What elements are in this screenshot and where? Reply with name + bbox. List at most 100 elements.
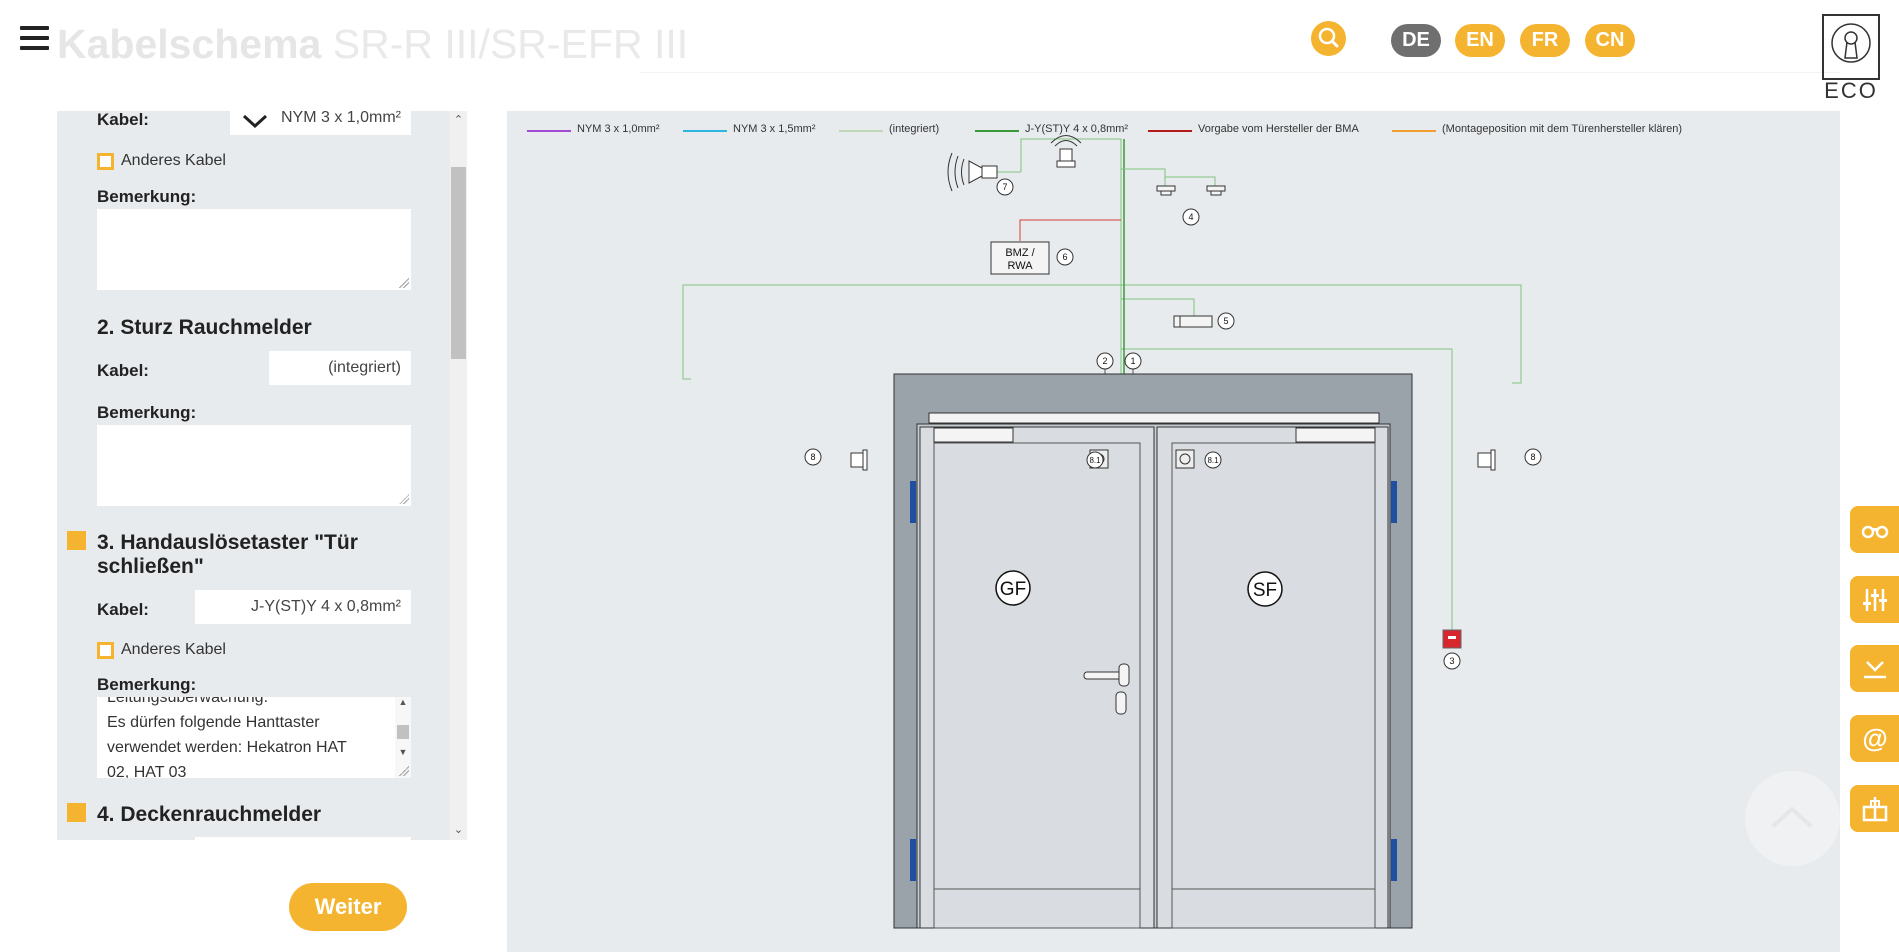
bmz-label-line1: BMZ /	[1005, 247, 1035, 259]
share-button[interactable]	[1850, 785, 1899, 832]
email-button[interactable]: @	[1850, 715, 1899, 762]
resize-handle[interactable]	[399, 278, 409, 288]
kabel-value-4	[195, 837, 411, 840]
section-4-title: 4. Deckenrauchmelder	[97, 803, 322, 826]
chevron-down-icon	[242, 114, 268, 129]
callout-4: 4	[1188, 212, 1193, 222]
wire-7	[1020, 138, 1122, 411]
chevron-up-icon[interactable]: ▲	[395, 697, 411, 707]
bemerkung-label-3: Bemerkung:	[97, 675, 197, 694]
callout-6: 6	[1062, 252, 1067, 262]
lang-fr-button[interactable]: FR	[1520, 24, 1570, 57]
closer-right	[1295, 427, 1376, 443]
bemerkung-label-1: Bemerkung:	[97, 187, 197, 206]
page-title-light: SR-R III/SR-EFR III	[332, 21, 689, 67]
resize-handle[interactable]	[399, 766, 409, 776]
lang-cn-button[interactable]: CN	[1585, 24, 1635, 57]
page-title-bold: Kabelschema	[57, 21, 322, 67]
bemerkung-label-2: Bemerkung:	[97, 403, 197, 422]
bemerkung-textarea-2[interactable]	[97, 425, 411, 506]
anderes-kabel-checkbox-3[interactable]	[97, 642, 114, 659]
kabel-select-1-value: NYM 3 x 1,0mm²	[280, 111, 401, 126]
kabel-select-1[interactable]: NYM 3 x 1,0mm²	[230, 111, 411, 135]
section-3-title-line2: schließen"	[97, 555, 204, 578]
kabel-value-3: J-Y(ST)Y 4 x 0,8mm²	[195, 590, 411, 624]
binoculars-icon	[1861, 525, 1889, 539]
sliders-icon	[1863, 589, 1887, 611]
cable-form-panel: Kabel: NYM 3 x 1,0mm² Anderes Kabel Beme…	[57, 111, 450, 840]
callout-8-1-left: 8.1	[1089, 456, 1101, 465]
bemerkung-3-line: 02, HAT 03	[107, 764, 187, 778]
at-icon: @	[1862, 725, 1887, 753]
wall-magnet-left	[850, 452, 865, 468]
lang-de-button[interactable]: DE	[1391, 24, 1441, 57]
menu-icon[interactable]	[20, 26, 49, 50]
bemerkung-textarea-1[interactable]	[97, 209, 411, 290]
door-leaf-right	[1156, 426, 1389, 929]
textarea-scrollbar-thumb[interactable]	[397, 725, 409, 739]
beacon-icon	[1050, 135, 1082, 168]
section-3-title: 3. Handauslösetaster "Tür schließen"	[97, 531, 358, 579]
chevron-down-icon[interactable]: ▼	[395, 747, 411, 757]
logo-text: ECO	[1824, 78, 1878, 103]
kabel-label: Kabel:	[97, 111, 149, 129]
chevron-up-icon	[1771, 806, 1813, 828]
callout-5: 5	[1223, 316, 1228, 326]
kabel-label-3: Kabel:	[97, 600, 149, 619]
cable-diagram: NYM 3 x 1,0mm² NYM 3 x 1,5mm² (integrier…	[507, 111, 1840, 952]
ceiling-detector	[1156, 185, 1226, 196]
settings-button[interactable]	[1850, 576, 1899, 623]
chevron-down-icon[interactable]: ⌄	[450, 823, 467, 836]
sensor-8-1-right	[1175, 449, 1195, 469]
callout-8-right: 8	[1530, 452, 1535, 462]
leaf-label-sf: SF	[1253, 580, 1277, 601]
weiter-button[interactable]: Weiter	[289, 883, 407, 931]
section-3-marker	[67, 531, 86, 550]
logo: ECO	[1820, 14, 1882, 104]
header-divider	[640, 72, 1839, 73]
hinge	[910, 839, 916, 881]
resize-handle[interactable]	[399, 494, 409, 504]
panel-scrollbar-thumb[interactable]	[451, 167, 466, 359]
anderes-kabel-label-3: Anderes Kabel	[121, 641, 226, 658]
leaf-label-gf: GF	[1000, 579, 1026, 600]
page-title: Kabelschema SR-R III/SR-EFR III	[57, 16, 688, 72]
scroll-to-top-button[interactable]	[1745, 771, 1840, 866]
bemerkung-textarea-3[interactable]: Leitungsüberwachung. Es dürfen folgende …	[97, 697, 411, 778]
anderes-kabel-checkbox-1[interactable]	[97, 153, 114, 170]
hinge	[910, 481, 916, 523]
bmz-label-line2: RWA	[1007, 260, 1033, 272]
closer-rail	[928, 412, 1380, 424]
callout-7: 7	[1002, 182, 1007, 192]
download-button[interactable]	[1850, 645, 1899, 692]
search-button[interactable]	[1311, 21, 1346, 56]
bemerkung-3-line: Leitungsüberwachung.	[107, 697, 269, 706]
wall-magnet-right	[1477, 452, 1492, 468]
section-2-title: 2. Sturz Rauchmelder	[97, 316, 312, 339]
download-icon	[1864, 661, 1886, 679]
callout-8-1-right: 8.1	[1207, 456, 1219, 465]
chevron-up-icon[interactable]: ⌃	[450, 113, 467, 126]
svg-text:@: @	[1862, 725, 1887, 753]
hinge	[1391, 839, 1397, 881]
kabel-label-2: Kabel:	[97, 361, 149, 380]
callout-2: 2	[1102, 356, 1107, 366]
panel-scrollbar[interactable]: ⌃ ⌄	[450, 111, 467, 840]
hinge	[1391, 481, 1397, 523]
binoculars-button[interactable]	[1850, 506, 1899, 553]
anderes-kabel-label-1: Anderes Kabel	[121, 152, 226, 169]
section-4-marker	[67, 803, 86, 822]
callout-3: 3	[1449, 656, 1454, 666]
search-icon	[1318, 27, 1339, 48]
bemerkung-3-line: verwendet werden: Hekatron HAT	[107, 739, 347, 756]
door-schematic: GF SF BMZ / RWA 1 2 3 4 5 6 7 8 8 8.1 8.…	[682, 135, 1542, 929]
callout-8-left: 8	[810, 452, 815, 462]
wire-bma	[1019, 219, 1121, 241]
share-icon	[1862, 797, 1888, 822]
callout-1: 1	[1130, 356, 1135, 366]
horn-icon	[947, 152, 998, 192]
wire-4	[1121, 168, 1216, 186]
closer-left	[933, 427, 1014, 443]
bemerkung-3-line: Es dürfen folgende Hanttaster	[107, 714, 320, 731]
lang-en-button[interactable]: EN	[1455, 24, 1505, 57]
